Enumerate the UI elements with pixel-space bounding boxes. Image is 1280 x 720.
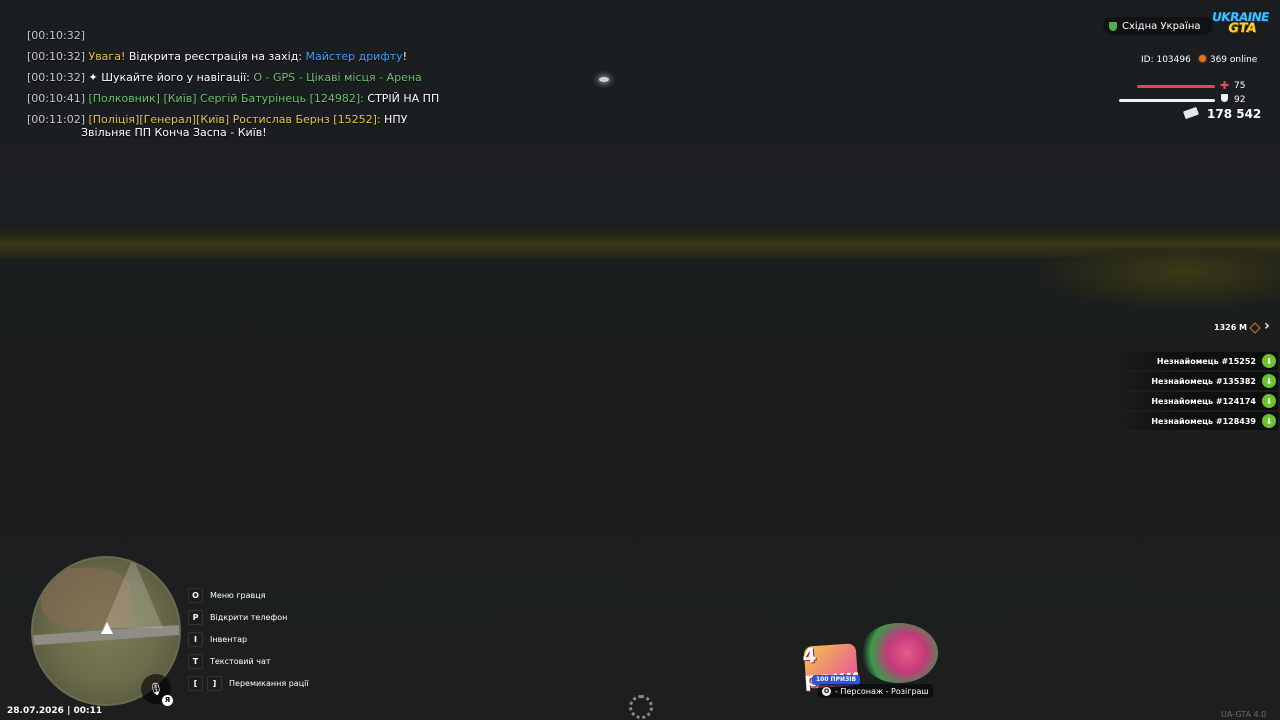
key-pair: [ ] bbox=[188, 675, 222, 691]
hotkey-row: P Відкрити телефон bbox=[188, 609, 309, 625]
player-row: Незнайомець #135382 ⬇ bbox=[1110, 372, 1278, 390]
player-row: Незнайомець #124174 ⬇ bbox=[1110, 392, 1278, 410]
key-cap: P bbox=[188, 609, 203, 625]
key-cap: O bbox=[822, 686, 831, 696]
player-name: Незнайомець #15252 bbox=[1156, 356, 1256, 366]
chat-line: [00:10:41] [Полковник] [Київ] Сергій Бат… bbox=[27, 92, 447, 105]
key-cap: [ bbox=[188, 675, 203, 691]
chat-event-name: Майстер дрифту bbox=[305, 50, 403, 63]
hotkey-label: Інвентар bbox=[210, 634, 248, 644]
player-row: Незнайомець #15252 ⬇ bbox=[1110, 352, 1278, 370]
hotkey-label: Перемикання рації bbox=[229, 678, 309, 688]
promo-caption-text: - Персонаж - Розіграш bbox=[835, 686, 929, 696]
voice-mic-icon: ⬇ bbox=[1262, 394, 1276, 408]
money-icon bbox=[1183, 106, 1199, 120]
chevron-right-icon[interactable]: › bbox=[1264, 318, 1270, 334]
hotkey-hints: O Меню гравця P Відкрити телефон I Інвен… bbox=[188, 587, 309, 698]
region-shield-icon bbox=[1109, 21, 1117, 31]
logo-text-bottom: GTA bbox=[1226, 21, 1258, 36]
chat-message: СТРІЙ НА ПП bbox=[363, 92, 440, 105]
chat-sender: [Поліція][Генерал][Київ] Ростислав Бернз… bbox=[85, 113, 381, 126]
chat-message-continued: Звільняє ПП Конча Заспа - Київ! bbox=[81, 126, 267, 139]
online-text: 369 online bbox=[1209, 55, 1258, 65]
region-badge: Східна Україна bbox=[1103, 17, 1213, 35]
hotkey-row: O Меню гравця bbox=[188, 587, 309, 603]
chat-log: [00:10:32] [00:10:32] Увага! Відкрита ре… bbox=[27, 29, 447, 147]
mic-key-badge: Я bbox=[162, 695, 173, 706]
chat-text: ✦ Шукайте його у навігації: bbox=[85, 71, 254, 84]
key-cap: T bbox=[188, 653, 203, 669]
chat-line: [00:10:32] ✦ Шукайте його у навігації: O… bbox=[27, 71, 447, 84]
armor-value: 92 bbox=[1234, 95, 1246, 105]
hotkey-row: T Текстовий чат bbox=[188, 653, 309, 669]
promo-character-art bbox=[860, 623, 938, 683]
region-name: Східна Україна bbox=[1122, 20, 1201, 32]
hotkey-label: Текстовий чат bbox=[210, 656, 271, 666]
player-name: Незнайомець #128439 bbox=[1151, 416, 1256, 426]
chat-timestamp: [00:10:32] bbox=[27, 71, 85, 84]
chat-text: Відкрита реєстрація на захід: bbox=[125, 50, 306, 63]
voice-mic-icon: ⬇ bbox=[1262, 414, 1276, 428]
chat-sender: [Полковник] [Київ] Сергій Батурінець [12… bbox=[85, 92, 364, 105]
server-logo: UKRAINE GTA bbox=[1211, 10, 1270, 40]
voice-mic-icon: ⬇ bbox=[1262, 354, 1276, 368]
hotkey-label: Меню гравця bbox=[210, 590, 266, 600]
promo-caption: O - Персонаж - Розіграш bbox=[818, 684, 933, 698]
voice-mic-icon: ⬇ bbox=[1262, 374, 1276, 388]
key-cap: ] bbox=[207, 675, 222, 691]
chat-text: ! bbox=[402, 50, 408, 63]
chat-line: [00:11:02] [Поліція][Генерал][Київ] Рост… bbox=[27, 113, 447, 139]
grass-patch bbox=[1040, 248, 1280, 308]
player-arrow-icon bbox=[101, 622, 113, 634]
date-time: 28.07.2026 | 00:11 bbox=[7, 706, 103, 716]
chat-timestamp: [00:10:32] bbox=[27, 29, 85, 42]
chat-line: [00:10:32] bbox=[27, 29, 447, 42]
waypoint-distance: 1326 М bbox=[1214, 321, 1261, 334]
health-cross-icon: ✚ bbox=[1220, 79, 1230, 92]
chat-navigation-path: O - GPS - Цікаві місця - Арена bbox=[253, 71, 422, 84]
money-amount: 178 542 bbox=[1207, 107, 1262, 121]
chat-timestamp: [00:10:41] bbox=[27, 92, 85, 105]
chat-message: НПУ bbox=[380, 113, 408, 126]
chat-timestamp: [00:10:32] bbox=[27, 50, 85, 63]
player-info: ID: 103496 369 online bbox=[1141, 55, 1257, 65]
armor-bar bbox=[1119, 99, 1215, 102]
armor-shield-icon bbox=[1221, 94, 1228, 102]
online-count: 369 online bbox=[1198, 55, 1258, 65]
distance-value: 1326 М bbox=[1214, 323, 1248, 332]
nearby-players-list: Незнайомець #15252 ⬇ Незнайомець #135382… bbox=[1110, 352, 1278, 432]
key-cap: O bbox=[188, 587, 203, 603]
chat-line: [00:10:32] Увага! Відкрита реєстрація на… bbox=[27, 50, 447, 63]
loading-spinner-icon bbox=[629, 695, 653, 719]
chat-warning: Увага! bbox=[88, 50, 126, 63]
hotkey-row: I Інвентар bbox=[188, 631, 309, 647]
game-version: UA-GTA 4.0 bbox=[1221, 710, 1267, 719]
moon-light bbox=[599, 77, 609, 82]
player-row: Незнайомець #128439 ⬇ bbox=[1110, 412, 1278, 430]
key-cap: I bbox=[188, 631, 203, 647]
anniversary-promo[interactable]: 4 роки 100 ПРИЗІВ O - Персонаж - Розігра… bbox=[800, 615, 940, 700]
player-name: Незнайомець #124174 bbox=[1151, 396, 1256, 406]
waypoint-diamond-icon bbox=[1249, 321, 1261, 334]
hotkey-label: Відкрити телефон bbox=[210, 612, 288, 622]
hotkey-row: [ ] Перемикання рації bbox=[188, 675, 309, 691]
minimap-view-cone bbox=[103, 558, 163, 628]
chat-timestamp: [00:11:02] bbox=[27, 113, 85, 126]
player-id: ID: 103496 bbox=[1141, 55, 1191, 65]
health-bar bbox=[1137, 85, 1215, 88]
player-name: Незнайомець #135382 bbox=[1151, 376, 1256, 386]
health-value: 75 bbox=[1234, 81, 1246, 91]
online-dot-icon bbox=[1198, 55, 1206, 62]
